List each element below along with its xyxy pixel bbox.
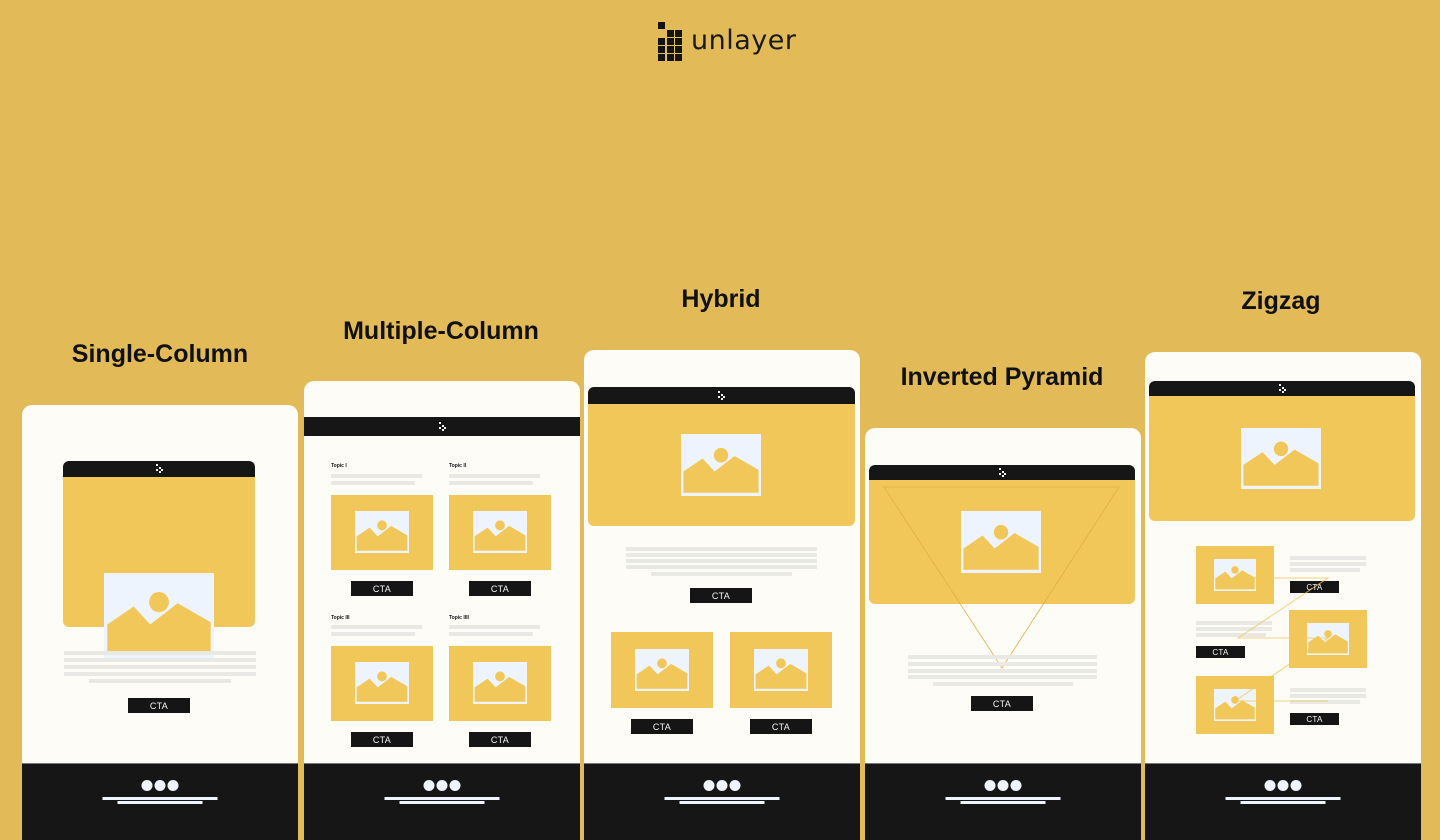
footer-dots-icon [984, 780, 1022, 791]
layout-title-inverted-pyramid: Inverted Pyramid [900, 363, 1104, 391]
image-placeholder-icon [355, 511, 409, 553]
layout-title-single-column: Single-Column [71, 340, 249, 368]
unlayer-logo-icon [655, 20, 683, 62]
brand-logo: unlayer [655, 20, 796, 62]
email-footer [865, 763, 1141, 840]
email-footer [22, 763, 298, 840]
footer-dots-icon [141, 780, 179, 791]
email-footer [304, 763, 580, 840]
mini-logo-icon [155, 464, 163, 474]
layout-title-zigzag: Zigzag [1241, 287, 1321, 315]
mini-logo-icon [718, 390, 725, 401]
layout-card-zigzag: CTA CTA CTA [1145, 352, 1421, 840]
image-tile [730, 632, 832, 708]
email-header-bar [304, 417, 580, 436]
layout-card-single-column: CTA [22, 405, 298, 840]
layout-title-hybrid: Hybrid [681, 285, 761, 313]
email-header-bar [63, 461, 255, 477]
image-placeholder-icon [355, 662, 409, 704]
topic-label: Topic II [449, 463, 467, 469]
cta-button[interactable]: CTA [469, 732, 531, 747]
image-placeholder-icon [473, 662, 527, 704]
footer-dots-icon [1264, 780, 1302, 791]
image-tile [449, 646, 551, 721]
layout-card-multiple-column: Topic I Topic II CTA CTA Topic III Topic… [304, 381, 580, 840]
footer-dots-icon [423, 780, 461, 791]
hero-image-block [588, 404, 855, 526]
topic-label: Topic III [331, 615, 350, 621]
cta-button[interactable]: CTA [128, 698, 190, 713]
mini-logo-icon [438, 421, 446, 432]
image-placeholder-icon [473, 511, 527, 553]
email-header-bar [588, 387, 855, 404]
zigzag-guide [1233, 577, 1330, 702]
image-tile [331, 646, 433, 721]
cta-button[interactable]: CTA [971, 696, 1033, 711]
cta-button[interactable]: CTA [351, 581, 413, 596]
image-placeholder-icon [635, 649, 689, 691]
cta-button[interactable]: CTA [631, 719, 693, 734]
hero-image-block [63, 477, 255, 658]
image-placeholder-icon [754, 649, 808, 691]
layout-card-hybrid: CTA CTA CTA [584, 350, 860, 840]
email-footer [1145, 763, 1421, 840]
topic-label: Topic I [331, 463, 347, 469]
image-tile [449, 495, 551, 570]
layout-title-multiple-column: Multiple-Column [343, 317, 539, 345]
layout-card-inverted-pyramid: CTA [865, 428, 1141, 840]
cta-button[interactable]: CTA [690, 588, 752, 603]
cta-button[interactable]: CTA [750, 719, 812, 734]
image-tile [611, 632, 713, 708]
image-tile [331, 495, 433, 570]
cta-button[interactable]: CTA [469, 581, 531, 596]
image-placeholder-icon [104, 573, 214, 658]
footer-dots-icon [703, 780, 741, 791]
cta-button[interactable]: CTA [351, 732, 413, 747]
topic-label: Topic IIII [449, 615, 469, 621]
email-footer [584, 763, 860, 840]
image-placeholder-icon [681, 434, 761, 496]
brand-name: unlayer [691, 24, 797, 56]
